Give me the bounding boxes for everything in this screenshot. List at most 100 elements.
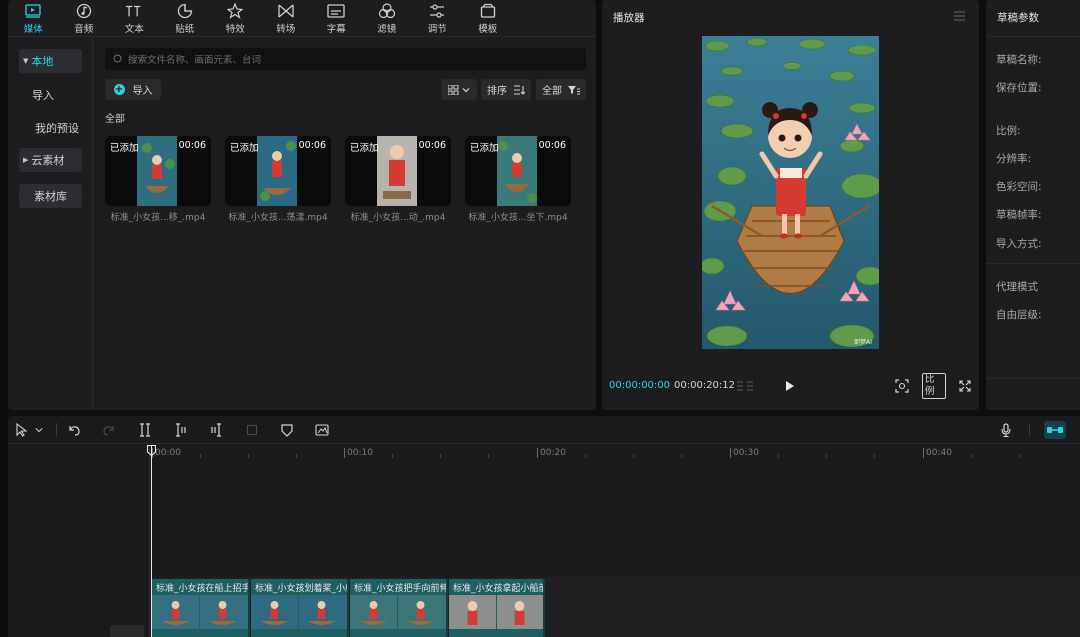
view-mode-button[interactable] xyxy=(441,79,477,100)
tab-audio[interactable]: 音频 xyxy=(59,0,110,36)
timeline-clip[interactable]: 标准_小女孩拿起小船前 xyxy=(449,579,545,637)
playhead-handle[interactable] xyxy=(147,445,156,456)
search-icon xyxy=(113,54,122,63)
ruler-tick xyxy=(537,448,538,458)
timeline-view-toggle[interactable] xyxy=(735,378,755,394)
split-icon xyxy=(140,423,150,437)
section-label: 全部 xyxy=(105,114,125,125)
tab-template[interactable]: 模板 xyxy=(463,0,514,36)
tab-effects[interactable]: 特效 xyxy=(210,0,261,36)
trim-right-button[interactable] xyxy=(208,422,224,438)
media-icon xyxy=(24,2,42,19)
delete-button[interactable] xyxy=(244,422,260,438)
player-title: 播放器 xyxy=(613,12,645,24)
ruler-label: 00:20 xyxy=(540,448,566,458)
menu-icon[interactable] xyxy=(954,11,965,21)
timeline-clip[interactable]: 标准_小女孩在船上招手 xyxy=(152,579,250,637)
ruler-tick xyxy=(730,448,731,458)
tab-label: 模板 xyxy=(478,24,498,35)
sidebar-item-cloud[interactable]: ▶ 云素材 xyxy=(19,148,82,172)
sidebar-item-library[interactable]: 素材库 xyxy=(19,184,82,208)
tab-label: 文本 xyxy=(124,24,144,35)
marker-button[interactable] xyxy=(279,422,295,438)
divider xyxy=(1029,423,1030,437)
clip-label: 标准_小女孩拿起小船前 xyxy=(453,584,545,594)
select-tool-button[interactable] xyxy=(14,422,30,438)
media-card[interactable]: 已添加 00:06 xyxy=(345,136,451,206)
image-edit-button[interactable] xyxy=(314,422,330,438)
draft-params-panel: 草稿参数 草稿名称: 保存位置: 比例: 分辨率: 色彩空间: 草稿帧率: 导入… xyxy=(986,0,1080,410)
filter-all-button[interactable]: 全部 xyxy=(536,79,586,100)
param-frame-rate: 草稿帧率: xyxy=(996,209,1042,221)
delete-icon xyxy=(246,424,258,436)
tab-label: 媒体 xyxy=(23,24,43,35)
media-card[interactable]: 已添加 00:06 xyxy=(105,136,211,206)
clip-thumbnails xyxy=(251,595,347,629)
play-button[interactable] xyxy=(782,378,798,394)
text-icon xyxy=(125,2,143,19)
sidebar-item-presets[interactable]: 我的预设 xyxy=(22,116,92,140)
chevron-down-icon xyxy=(35,428,43,433)
sidebar-item-local[interactable]: ▼ 本地 xyxy=(19,49,82,73)
record-voice-button[interactable] xyxy=(998,422,1014,438)
tab-subtitle[interactable]: 字幕 xyxy=(311,0,362,36)
clip-thumbnails xyxy=(350,595,446,629)
ruler-tick xyxy=(248,454,249,458)
ruler-tick xyxy=(971,454,972,458)
tab-sticker[interactable]: 贴纸 xyxy=(160,0,211,36)
play-icon xyxy=(786,381,794,391)
sidebar-item-import[interactable]: 导入 xyxy=(19,83,67,107)
undo-button[interactable] xyxy=(66,422,82,438)
search-input[interactable]: 搜索文件名称、画面元素、台词 xyxy=(105,48,586,70)
tab-transition[interactable]: 转场 xyxy=(261,0,312,36)
param-proxy-mode: 代理模式 xyxy=(996,281,1038,293)
divider xyxy=(56,423,57,437)
added-badge: 已添加 xyxy=(110,143,139,154)
fullscreen-button[interactable] xyxy=(958,378,972,394)
tab-text[interactable]: 文本 xyxy=(109,0,160,36)
ruler-tick xyxy=(440,454,441,458)
ratio-label: 比例 xyxy=(922,373,946,399)
top-tab-bar: 媒体 音频 文本 贴纸 特效 转场 字幕 滤镜 调节 模板 xyxy=(8,0,596,36)
tab-media[interactable]: 媒体 xyxy=(8,0,59,36)
adjust-icon xyxy=(428,2,446,19)
all-label: 全部 xyxy=(542,86,562,97)
ratio-button[interactable]: 比例 xyxy=(922,373,946,399)
duration-label: 00:06 xyxy=(298,140,326,151)
divider xyxy=(986,378,1080,379)
media-thumbnail xyxy=(377,136,417,206)
fit-view-button[interactable] xyxy=(894,378,910,394)
video-preview[interactable]: 即梦AI xyxy=(702,36,879,349)
tab-filter[interactable]: 滤镜 xyxy=(362,0,413,36)
clip-label: 标准_小女孩在船上招手 xyxy=(156,584,250,594)
added-badge: 已添加 xyxy=(350,143,379,154)
audio-icon xyxy=(75,2,93,19)
media-card[interactable]: 已添加 00:06 xyxy=(465,136,571,206)
split-button[interactable] xyxy=(137,422,153,438)
playhead[interactable] xyxy=(151,445,152,637)
subtitle-icon xyxy=(327,2,345,19)
trim-left-button[interactable] xyxy=(173,422,189,438)
sort-button[interactable]: 排序 xyxy=(481,79,531,100)
preview-watermark: 即梦AI xyxy=(854,338,872,346)
sidebar-item-label: 云素材 xyxy=(31,154,65,167)
param-draft-name: 草稿名称: xyxy=(996,54,1042,66)
microphone-icon xyxy=(1001,423,1011,437)
redo-button[interactable] xyxy=(101,422,117,438)
media-card[interactable]: 已添加 00:06 xyxy=(225,136,331,206)
param-free-layer: 自由层级: xyxy=(996,309,1042,321)
time-ruler[interactable]: 00:00 00:10 00:20 00:30 00:40 xyxy=(150,445,1080,463)
cover-button[interactable]: 封面 xyxy=(110,625,144,637)
tab-adjust[interactable]: 调节 xyxy=(412,0,463,36)
ruler-tick xyxy=(633,454,634,458)
timeline-clip[interactable]: 标准_小女孩划着桨_小船 xyxy=(251,579,349,637)
magnet-snap-toggle[interactable] xyxy=(1044,421,1066,439)
clip-label: 标准_小女孩划着桨_小船 xyxy=(255,584,349,594)
tab-label: 特效 xyxy=(225,24,245,35)
select-tool-dropdown[interactable] xyxy=(34,422,44,438)
timeline-clip[interactable]: 标准_小女孩把手向前伸 xyxy=(350,579,448,637)
ruler-tick xyxy=(826,454,827,458)
import-button[interactable]: + 导入 xyxy=(105,79,161,100)
param-import-mode: 导入方式: xyxy=(996,238,1042,250)
media-thumbnail xyxy=(497,136,537,206)
